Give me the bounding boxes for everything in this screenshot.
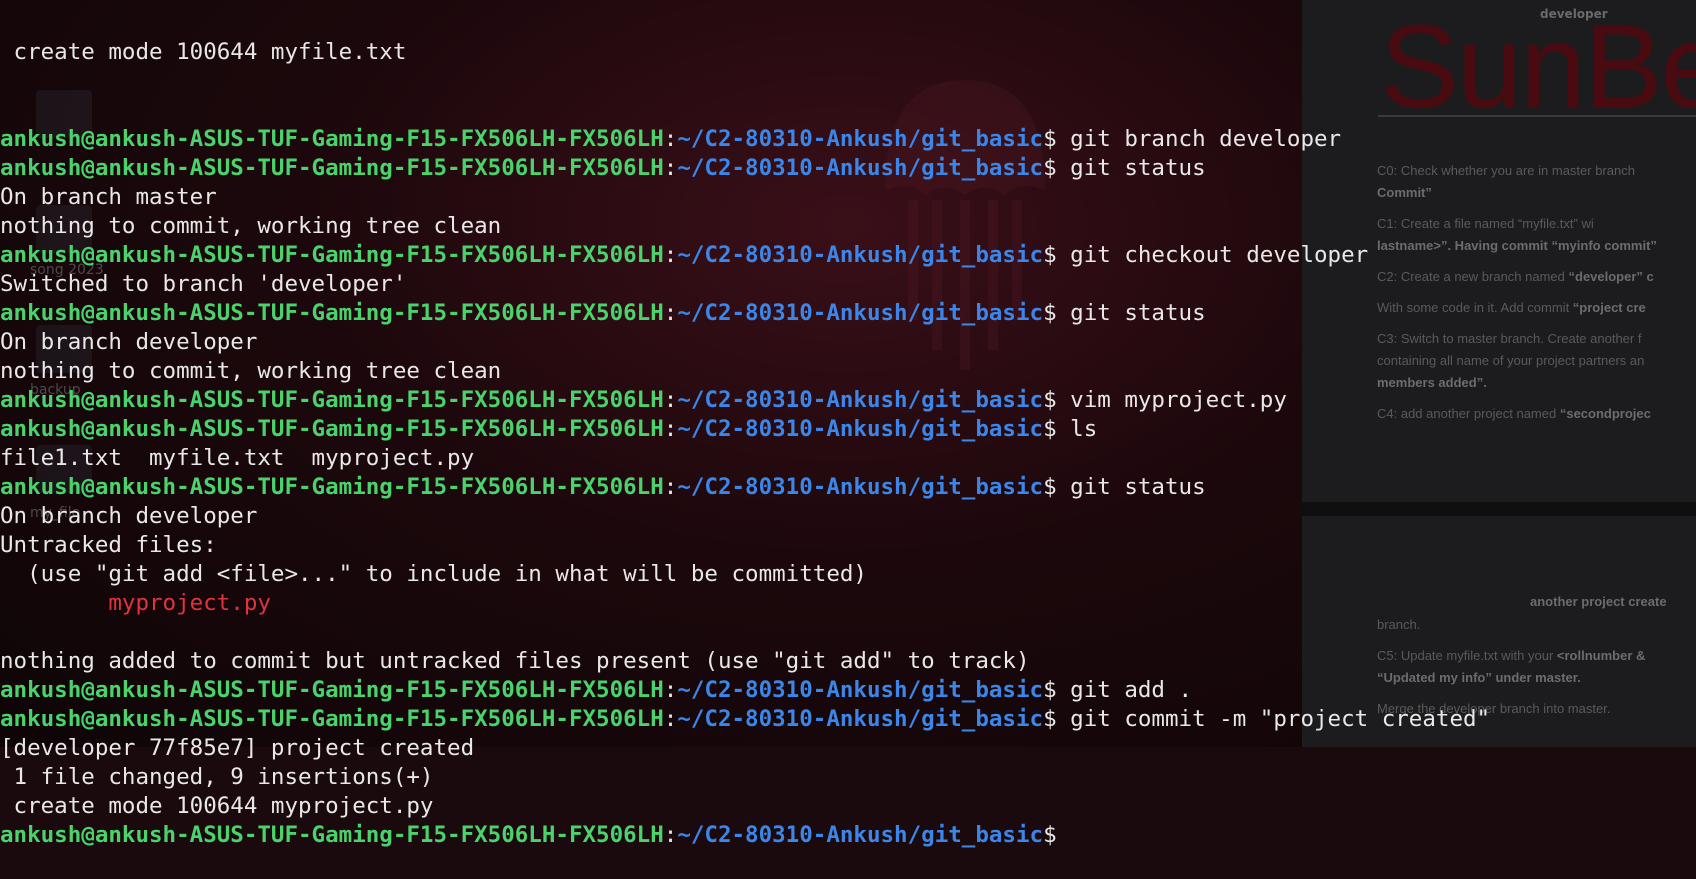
prompt-separator: :: [663, 706, 678, 732]
terminal-output-line: On branch master: [0, 184, 217, 210]
prompt-dollar: $: [1043, 242, 1057, 268]
prompt-dollar: $: [1043, 677, 1057, 703]
terminal-command-line: ankush@ankush-ASUS-TUF-Gaming-F15-FX506L…: [0, 154, 1490, 183]
prompt-path: ~/C2-80310-Ankush/git_basic: [677, 300, 1044, 326]
terminal-lines: ankush@ankush-ASUS-TUF-Gaming-F15-FX506L…: [0, 125, 1490, 850]
terminal-output-line: nothing added to commit but untracked fi…: [0, 648, 1030, 674]
prompt-user: ankush@ankush-ASUS-TUF-Gaming-F15-FX506L…: [0, 155, 664, 181]
prompt-dollar: $: [1043, 126, 1057, 152]
prompt-dollar: $: [1043, 387, 1057, 413]
prompt-path: ~/C2-80310-Ankush/git_basic: [677, 126, 1044, 152]
prompt-user: ankush@ankush-ASUS-TUF-Gaming-F15-FX506L…: [0, 126, 664, 152]
prompt-user: ankush@ankush-ASUS-TUF-Gaming-F15-FX506L…: [0, 706, 664, 732]
terminal-command-line: ankush@ankush-ASUS-TUF-Gaming-F15-FX506L…: [0, 299, 1490, 328]
terminal-command-line: ankush@ankush-ASUS-TUF-Gaming-F15-FX506L…: [0, 125, 1490, 154]
prompt-user: ankush@ankush-ASUS-TUF-Gaming-F15-FX506L…: [0, 242, 664, 268]
command-text: git commit -m "project created": [1056, 706, 1491, 732]
prompt-dollar: $: [1043, 822, 1057, 848]
terminal-output-line: create mode 100644 myproject.py: [0, 793, 434, 819]
prompt-separator: :: [663, 242, 678, 268]
prompt-path: ~/C2-80310-Ankush/git_basic: [677, 677, 1044, 703]
prompt-path: ~/C2-80310-Ankush/git_basic: [677, 242, 1044, 268]
prompt-user: ankush@ankush-ASUS-TUF-Gaming-F15-FX506L…: [0, 387, 664, 413]
command-text: git branch developer: [1056, 126, 1342, 152]
terminal-output-line: [developer 77f85e7] project created: [0, 735, 475, 761]
command-text: git status: [1056, 155, 1206, 181]
terminal-command-line: ankush@ankush-ASUS-TUF-Gaming-F15-FX506L…: [0, 386, 1490, 415]
command-text: git add .: [1056, 677, 1193, 703]
terminal-command-line: ankush@ankush-ASUS-TUF-Gaming-F15-FX506L…: [0, 473, 1490, 502]
untracked-file: myproject.py: [0, 590, 271, 616]
terminal-command-line: ankush@ankush-ASUS-TUF-Gaming-F15-FX506L…: [0, 821, 1490, 850]
prompt-path: ~/C2-80310-Ankush/git_basic: [677, 416, 1044, 442]
prompt-user: ankush@ankush-ASUS-TUF-Gaming-F15-FX506L…: [0, 822, 664, 848]
prompt-separator: :: [663, 387, 678, 413]
prompt-path: ~/C2-80310-Ankush/git_basic: [677, 155, 1044, 181]
prompt-separator: :: [663, 474, 678, 500]
terminal-output-line: 1 file changed, 9 insertions(+): [0, 764, 434, 790]
prompt-user: ankush@ankush-ASUS-TUF-Gaming-F15-FX506L…: [0, 300, 664, 326]
command-text: git status: [1056, 300, 1206, 326]
prompt-user: ankush@ankush-ASUS-TUF-Gaming-F15-FX506L…: [0, 474, 664, 500]
prompt-path: ~/C2-80310-Ankush/git_basic: [677, 474, 1044, 500]
terminal-line: create mode 100644 myfile.txt: [0, 39, 407, 65]
prompt-separator: :: [663, 822, 678, 848]
prompt-path: ~/C2-80310-Ankush/git_basic: [677, 387, 1044, 413]
terminal-command-line: ankush@ankush-ASUS-TUF-Gaming-F15-FX506L…: [0, 241, 1490, 270]
terminal-output[interactable]: create mode 100644 myfile.txt ankush@ank…: [0, 0, 1490, 879]
terminal-output-line: On branch developer: [0, 503, 258, 529]
prompt-dollar: $: [1043, 706, 1057, 732]
prompt-dollar: $: [1043, 474, 1057, 500]
terminal-output-line: nothing to commit, working tree clean: [0, 213, 502, 239]
terminal-output-line: file1.txt myfile.txt myproject.py: [0, 445, 475, 471]
prompt-dollar: $: [1043, 155, 1057, 181]
command-text: ls: [1056, 416, 1098, 442]
prompt-path: ~/C2-80310-Ankush/git_basic: [677, 822, 1044, 848]
prompt-user: ankush@ankush-ASUS-TUF-Gaming-F15-FX506L…: [0, 416, 664, 442]
terminal-output-line: Switched to branch 'developer': [0, 271, 407, 297]
document-line: another project create: [1530, 594, 1667, 609]
prompt-separator: :: [663, 677, 678, 703]
terminal-command-line: ankush@ankush-ASUS-TUF-Gaming-F15-FX506L…: [0, 415, 1490, 444]
prompt-user: ankush@ankush-ASUS-TUF-Gaming-F15-FX506L…: [0, 677, 664, 703]
prompt-separator: :: [663, 416, 678, 442]
terminal-output-line: nothing to commit, working tree clean: [0, 358, 502, 384]
terminal-output-line: Untracked files:: [0, 532, 217, 558]
prompt-separator: :: [663, 126, 678, 152]
terminal-command-line: ankush@ankush-ASUS-TUF-Gaming-F15-FX506L…: [0, 705, 1490, 734]
prompt-separator: :: [663, 300, 678, 326]
prompt-separator: :: [663, 155, 678, 181]
command-text: git checkout developer: [1056, 242, 1369, 268]
prompt-dollar: $: [1043, 300, 1057, 326]
prompt-path: ~/C2-80310-Ankush/git_basic: [677, 706, 1044, 732]
command-text: git status: [1056, 474, 1206, 500]
prompt-dollar: $: [1043, 416, 1057, 442]
terminal-output-line: On branch developer: [0, 329, 258, 355]
terminal-command-line: ankush@ankush-ASUS-TUF-Gaming-F15-FX506L…: [0, 676, 1490, 705]
command-text: vim myproject.py: [1056, 387, 1287, 413]
terminal-output-line: (use "git add <file>..." to include in w…: [0, 561, 867, 587]
